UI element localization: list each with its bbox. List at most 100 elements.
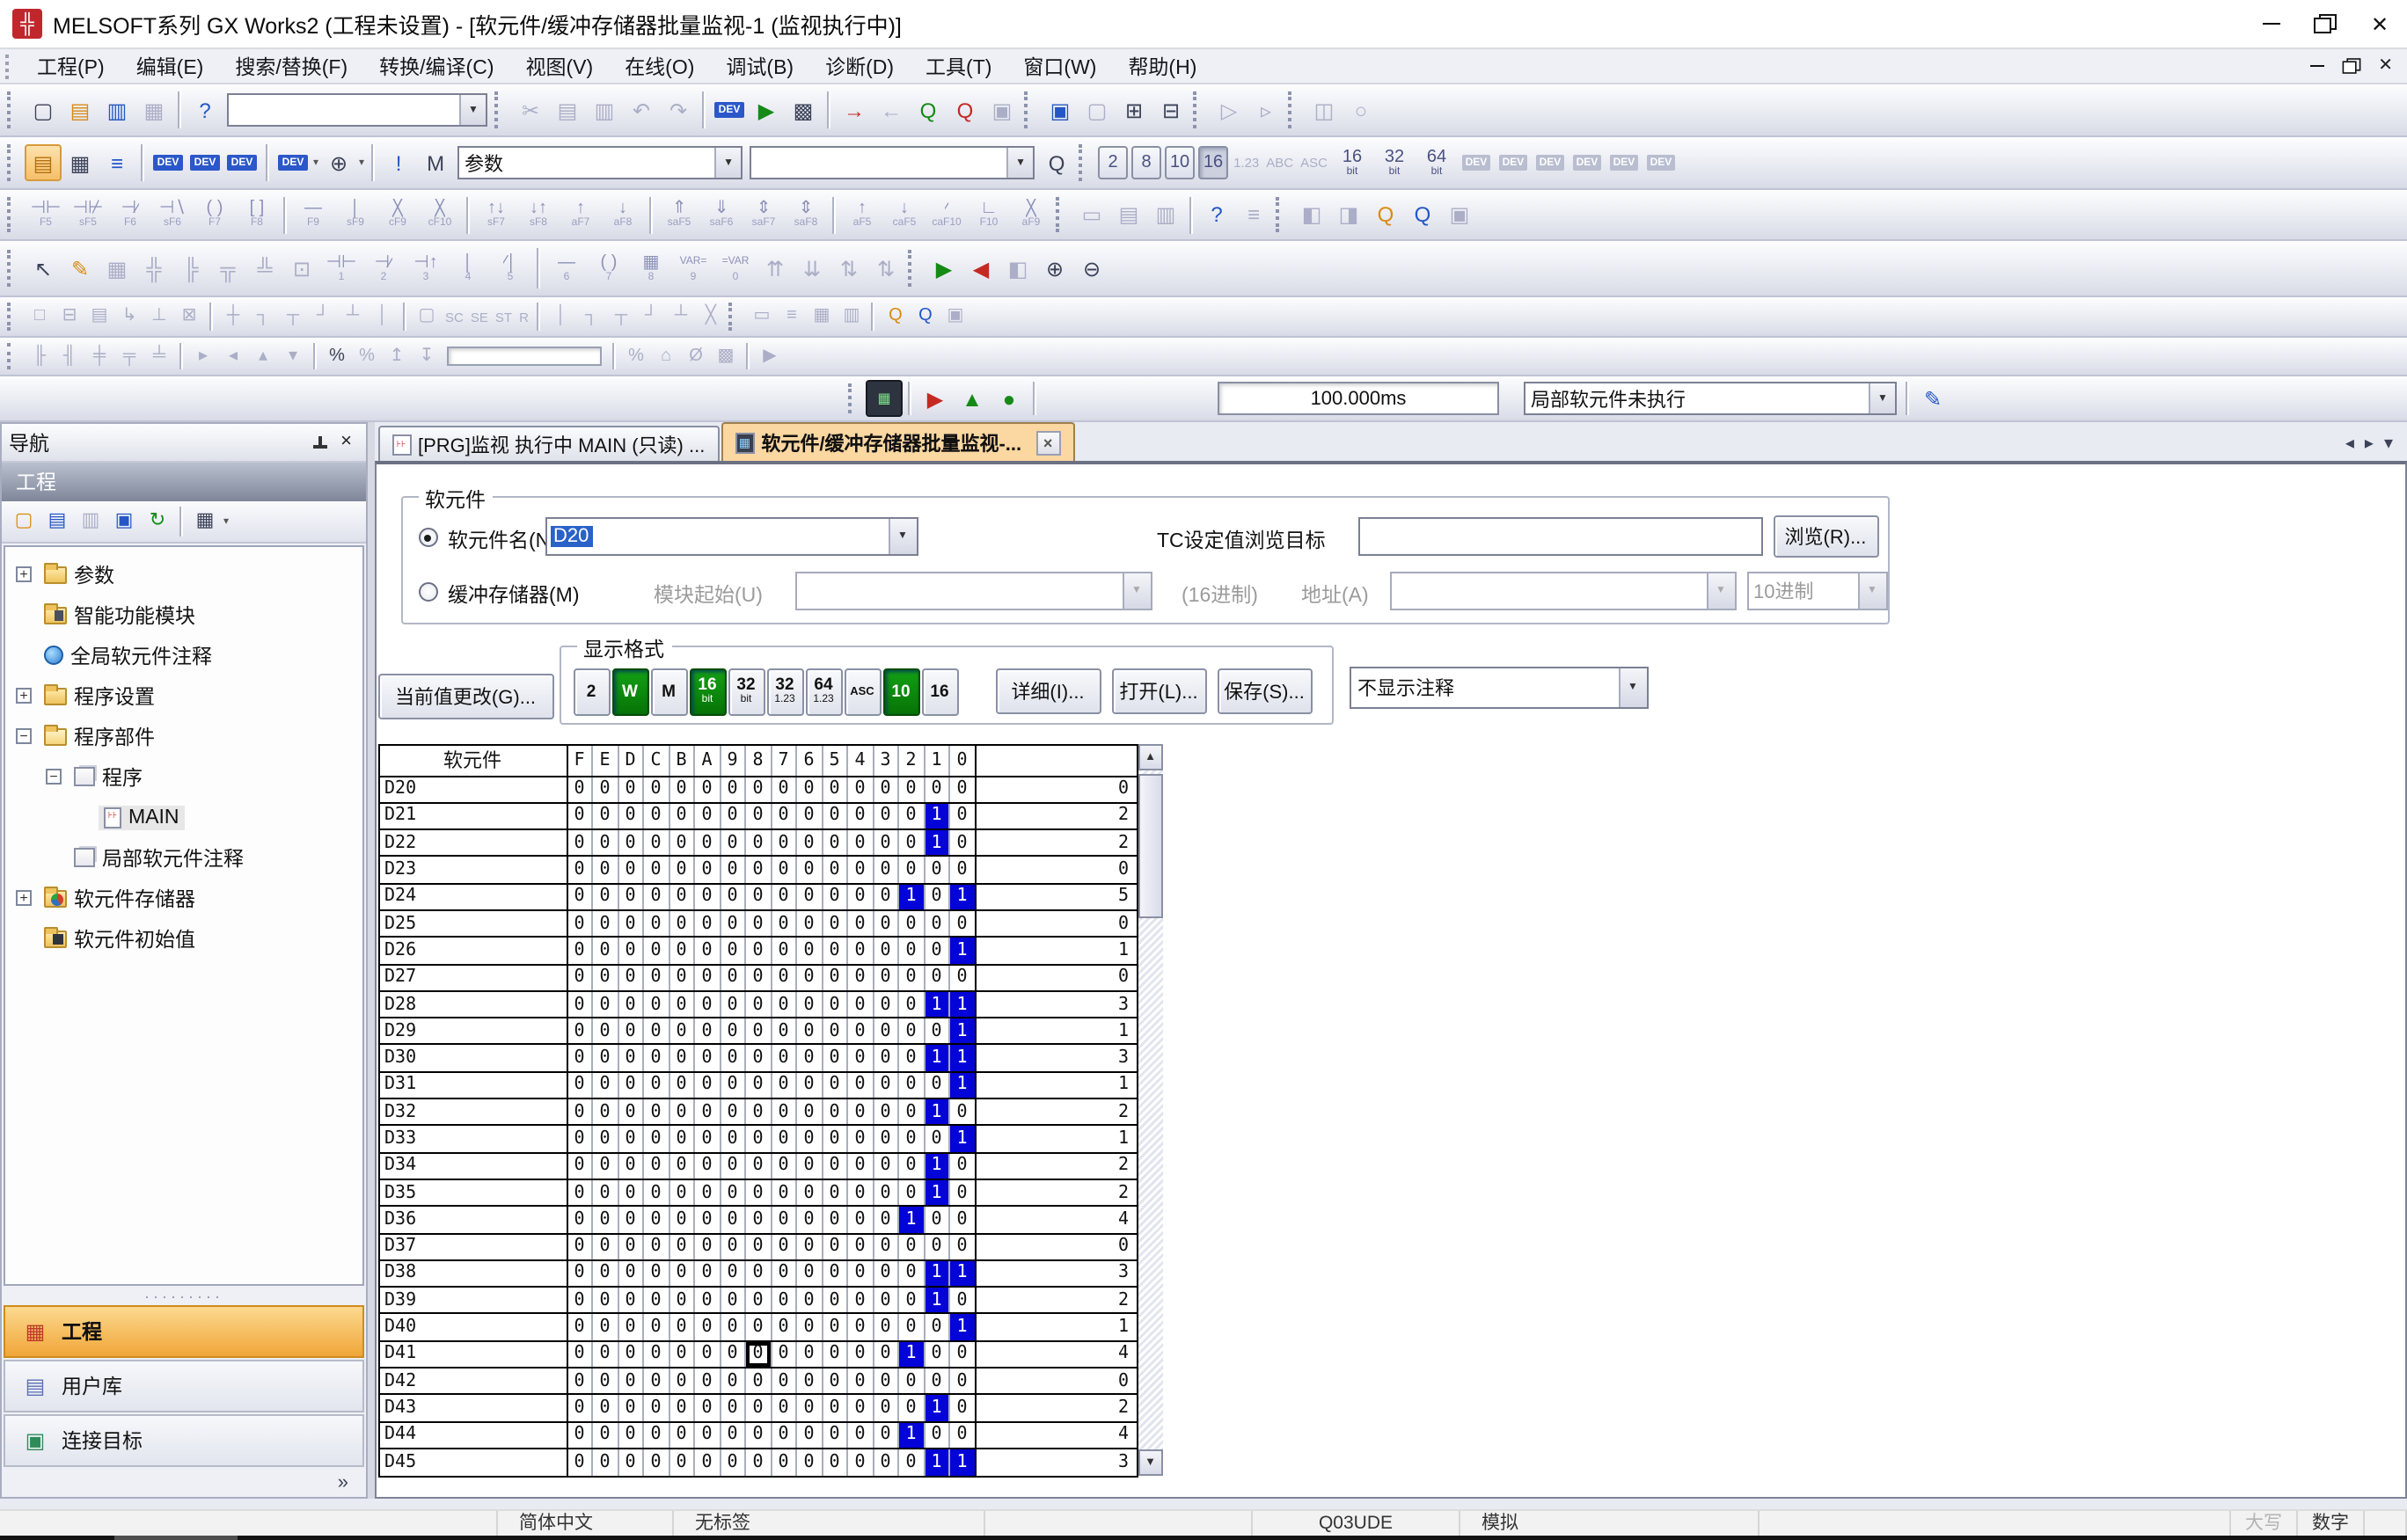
comment-display-combo[interactable]: 不显示注释 ▼ [1349, 667, 1648, 709]
menu-item-11[interactable]: 帮助(H) [1112, 49, 1212, 83]
device-up-icon[interactable]: DEV [1606, 144, 1642, 181]
bit-cell[interactable]: 0 [823, 804, 848, 829]
bit-cell[interactable]: 0 [567, 1396, 593, 1421]
bit-cell[interactable]: 0 [721, 1315, 746, 1340]
bit-cell[interactable]: 0 [899, 1180, 925, 1206]
value-cell[interactable]: 3 [976, 992, 1136, 1018]
device-name-combo-arrow[interactable]: ▼ [888, 519, 916, 554]
bit-cell[interactable]: 0 [874, 1422, 899, 1448]
bit-cell[interactable]: 0 [669, 1422, 695, 1448]
bit-cell[interactable]: 0 [618, 1422, 644, 1448]
function-list-icon[interactable]: ≡ [99, 144, 135, 181]
protect-icon[interactable]: ◧ [999, 250, 1036, 287]
device-cell[interactable]: D30 [379, 1046, 567, 1071]
bit-cell[interactable]: 0 [899, 965, 925, 990]
find-in-page-icon[interactable]: Q [1038, 144, 1075, 181]
toolbar-grip[interactable] [1056, 197, 1068, 231]
bit-cell[interactable]: 0 [695, 1073, 721, 1098]
menu-item-2[interactable]: 编辑(E) [121, 49, 220, 83]
bit-cell[interactable]: 0 [618, 777, 644, 802]
bit-cell[interactable]: 0 [669, 777, 695, 802]
value-cell[interactable]: 5 [976, 884, 1136, 909]
ladder-4-icon[interactable]: │4 [447, 252, 489, 284]
bit-cell[interactable]: 0 [618, 1099, 644, 1125]
ladder-caF10-icon[interactable]: ∕caF10 [925, 199, 968, 230]
bit-cell[interactable]: 0 [618, 1234, 644, 1259]
bit-cell[interactable]: 0 [721, 1261, 746, 1287]
view-button-工程[interactable]: ▦工程 [4, 1305, 364, 1358]
line-tee1-icon[interactable]: ┬ [278, 302, 308, 332]
bit-cell[interactable]: 0 [823, 858, 848, 883]
bit-cell[interactable]: 0 [899, 1153, 925, 1179]
device-comment2-icon[interactable]: DEV [1495, 144, 1532, 181]
bit-cell[interactable]: 0 [950, 1180, 976, 1206]
bit-cell[interactable]: 0 [593, 804, 618, 829]
st-top-icon[interactable]: ╤ [114, 341, 144, 371]
block-info-icon[interactable]: ▭ [747, 302, 777, 332]
scroll-thumb[interactable] [1138, 774, 1163, 918]
display-real-icon[interactable]: 1.23 [1230, 155, 1262, 171]
bit-cell[interactable]: 0 [644, 1099, 669, 1125]
bit-cell[interactable]: 1 [950, 1315, 976, 1340]
selection-box-icon[interactable]: ▢ [412, 302, 442, 332]
bit-cell[interactable]: 0 [823, 1127, 848, 1152]
cross-reference-icon[interactable]: ⊕ [320, 144, 357, 181]
bit-cell[interactable]: 0 [848, 1315, 874, 1340]
bit-cell[interactable]: 0 [899, 777, 925, 802]
bit-cell[interactable]: 0 [644, 1422, 669, 1448]
bit-cell[interactable]: 0 [950, 858, 976, 883]
bit-cell[interactable]: 0 [925, 1315, 950, 1340]
bit-cell[interactable]: 0 [618, 965, 644, 990]
format-16bit-button[interactable]: 16bit [689, 668, 726, 716]
tc-target-input[interactable] [1357, 517, 1762, 556]
bit-cell[interactable]: 0 [772, 965, 797, 990]
zoom-find2-icon[interactable]: Q [1404, 196, 1441, 233]
bit-cell[interactable]: 0 [669, 1046, 695, 1071]
bit-cell[interactable]: 0 [746, 1073, 772, 1098]
bit-cell[interactable]: 0 [950, 1368, 976, 1394]
menu-item-1[interactable]: 工程(P) [21, 49, 121, 83]
bit-cell[interactable]: 0 [848, 830, 874, 856]
bit-cell[interactable]: 0 [925, 1234, 950, 1259]
toolbar-grip[interactable] [729, 303, 742, 331]
bit-cell[interactable]: 0 [772, 938, 797, 964]
bit-cell[interactable]: 0 [797, 830, 823, 856]
browse-button[interactable]: 浏览(R)... [1773, 515, 1878, 558]
bit-cell[interactable]: 0 [721, 1127, 746, 1152]
bit-cell[interactable]: 0 [874, 1018, 899, 1044]
tree-item-程序[interactable]: −程序 [5, 756, 362, 797]
bit-cell[interactable]: 0 [695, 1449, 721, 1477]
bit-cell[interactable]: 0 [618, 1073, 644, 1098]
bit-cell[interactable]: 0 [721, 858, 746, 883]
menu-item-10[interactable]: 窗口(W) [1007, 49, 1112, 83]
display-hex-button[interactable]: 16 [1198, 146, 1228, 179]
bit-cell[interactable]: 0 [950, 911, 976, 937]
bit-cell[interactable]: 0 [644, 1180, 669, 1206]
ladder-F9-icon[interactable]: —F9 [292, 199, 334, 230]
bit-cell[interactable]: 0 [695, 1341, 721, 1367]
device-prev-icon[interactable]: DEV [1532, 144, 1569, 181]
tree-item-参数[interactable]: +参数 [5, 554, 362, 595]
bit-cell[interactable]: 1 [899, 1341, 925, 1367]
bit-cell[interactable]: 0 [593, 992, 618, 1018]
bit-cell[interactable]: 0 [695, 1368, 721, 1394]
pulse-compare2-icon[interactable]: ⇅ [867, 250, 904, 287]
bit-cell[interactable]: 0 [695, 911, 721, 937]
format-multipoint-button[interactable]: M [650, 668, 687, 716]
ladder-6-icon[interactable]: —6 [545, 252, 588, 284]
mdi-restore-icon[interactable] [2339, 56, 2362, 76]
bit-cell[interactable]: 0 [772, 1422, 797, 1448]
tip-lamp-icon[interactable]: ! [380, 144, 417, 181]
display-home-icon[interactable]: ⌂ [651, 341, 681, 371]
bit-cell[interactable]: 0 [848, 992, 874, 1018]
rule-corner1-icon[interactable]: ┐ [576, 302, 606, 332]
value-cell[interactable]: 1 [976, 1127, 1136, 1152]
bit-cell[interactable]: 0 [874, 911, 899, 937]
device-cell[interactable]: D45 [379, 1449, 567, 1477]
bit-cell[interactable]: 1 [925, 992, 950, 1018]
bit-cell[interactable]: 0 [721, 830, 746, 856]
display-null-icon[interactable]: Ø [681, 341, 711, 371]
bit-cell[interactable]: 0 [797, 1099, 823, 1125]
value-cell[interactable]: 4 [976, 1208, 1136, 1233]
bit-cell[interactable]: 0 [899, 1368, 925, 1394]
